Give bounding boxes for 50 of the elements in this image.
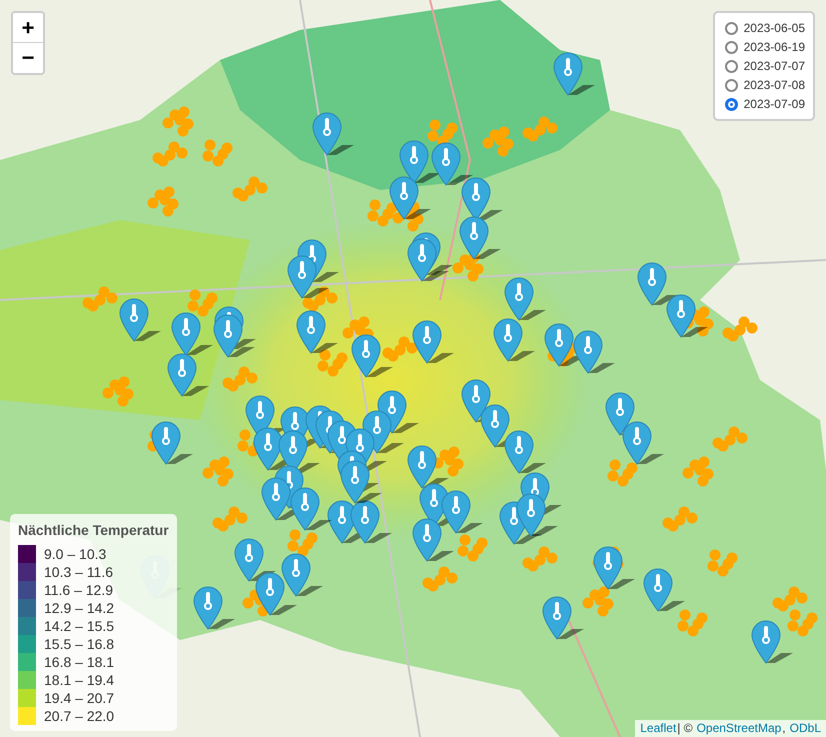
radio-button[interactable] <box>724 78 738 92</box>
marker-cluster-drawing[interactable] <box>245 390 420 544</box>
legend-label: 12.9 – 14.2 <box>44 599 114 617</box>
thermometer-marker-icon[interactable] <box>643 568 686 612</box>
thermometer-marker-icon[interactable] <box>751 620 794 664</box>
legend-label: 11.6 – 12.9 <box>44 581 114 599</box>
legend-label: 10.3 – 11.6 <box>44 563 114 581</box>
legend-label: 15.5 – 16.8 <box>44 635 114 653</box>
marker-cluster-drawing[interactable] <box>407 232 454 282</box>
thermometer-marker-icon[interactable] <box>119 298 162 342</box>
thermometer-marker-icon[interactable] <box>542 596 585 640</box>
thermometer-marker-icon[interactable] <box>193 586 236 630</box>
layer-radio-option[interactable]: 2023-07-07 <box>724 57 805 75</box>
radio-button[interactable] <box>724 22 738 34</box>
legend-label: 18.1 – 19.4 <box>44 671 114 689</box>
layer-radio-option[interactable]: 2023-06-05 <box>724 19 805 37</box>
layer-radio-option[interactable]: 2023-07-09 <box>724 95 805 113</box>
attribution-link[interactable]: Leaflet <box>640 720 676 737</box>
thermometer-marker-icon[interactable] <box>151 421 194 465</box>
marker-cluster-drawing[interactable] <box>461 379 563 545</box>
thermometer-marker-icon[interactable] <box>553 52 596 96</box>
layer-radio-option[interactable]: 2023-07-08 <box>724 76 805 94</box>
attribution-link[interactable]: OpenStreetMap <box>696 720 782 737</box>
legend-label: 9.0 – 10.3 <box>44 545 106 563</box>
radio-button[interactable] <box>724 40 738 54</box>
attribution-text: , <box>782 720 786 737</box>
thermometer-marker-icon[interactable] <box>312 112 355 156</box>
marker-cluster-drawing[interactable] <box>287 239 340 299</box>
thermometer-marker-icon[interactable] <box>593 546 636 590</box>
legend-label: 20.7 – 22.0 <box>44 707 114 725</box>
thermometer-marker-icon[interactable] <box>351 334 394 378</box>
legend-title: Nächtliche Temperatur <box>18 521 169 540</box>
legend-label: 19.4 – 20.7 <box>44 689 114 707</box>
marker-cluster-drawing[interactable] <box>167 306 257 397</box>
legend-label: 16.8 – 18.1 <box>44 653 114 671</box>
attribution-text: | © <box>677 720 693 737</box>
marker-cluster-drawing[interactable] <box>234 538 324 616</box>
layer-radio-option[interactable]: 2023-06-19 <box>724 38 805 56</box>
thermometer-marker-icon[interactable] <box>412 320 455 364</box>
zoom-in-button[interactable]: + <box>13 13 43 43</box>
marker-cluster-drawing[interactable] <box>493 277 547 362</box>
marker-cluster-drawing[interactable] <box>605 392 665 465</box>
marker-cluster-drawing[interactable] <box>637 262 709 338</box>
marker-cluster-drawing[interactable] <box>407 445 484 562</box>
legend-label: 14.2 – 15.5 <box>44 617 114 635</box>
radio-button[interactable] <box>724 60 738 72</box>
marker-cluster-drawing[interactable] <box>544 323 616 374</box>
attribution-link[interactable]: ODbL <box>790 720 821 737</box>
thermometer-marker-icon[interactable] <box>296 310 339 354</box>
radio-button[interactable] <box>724 98 738 110</box>
